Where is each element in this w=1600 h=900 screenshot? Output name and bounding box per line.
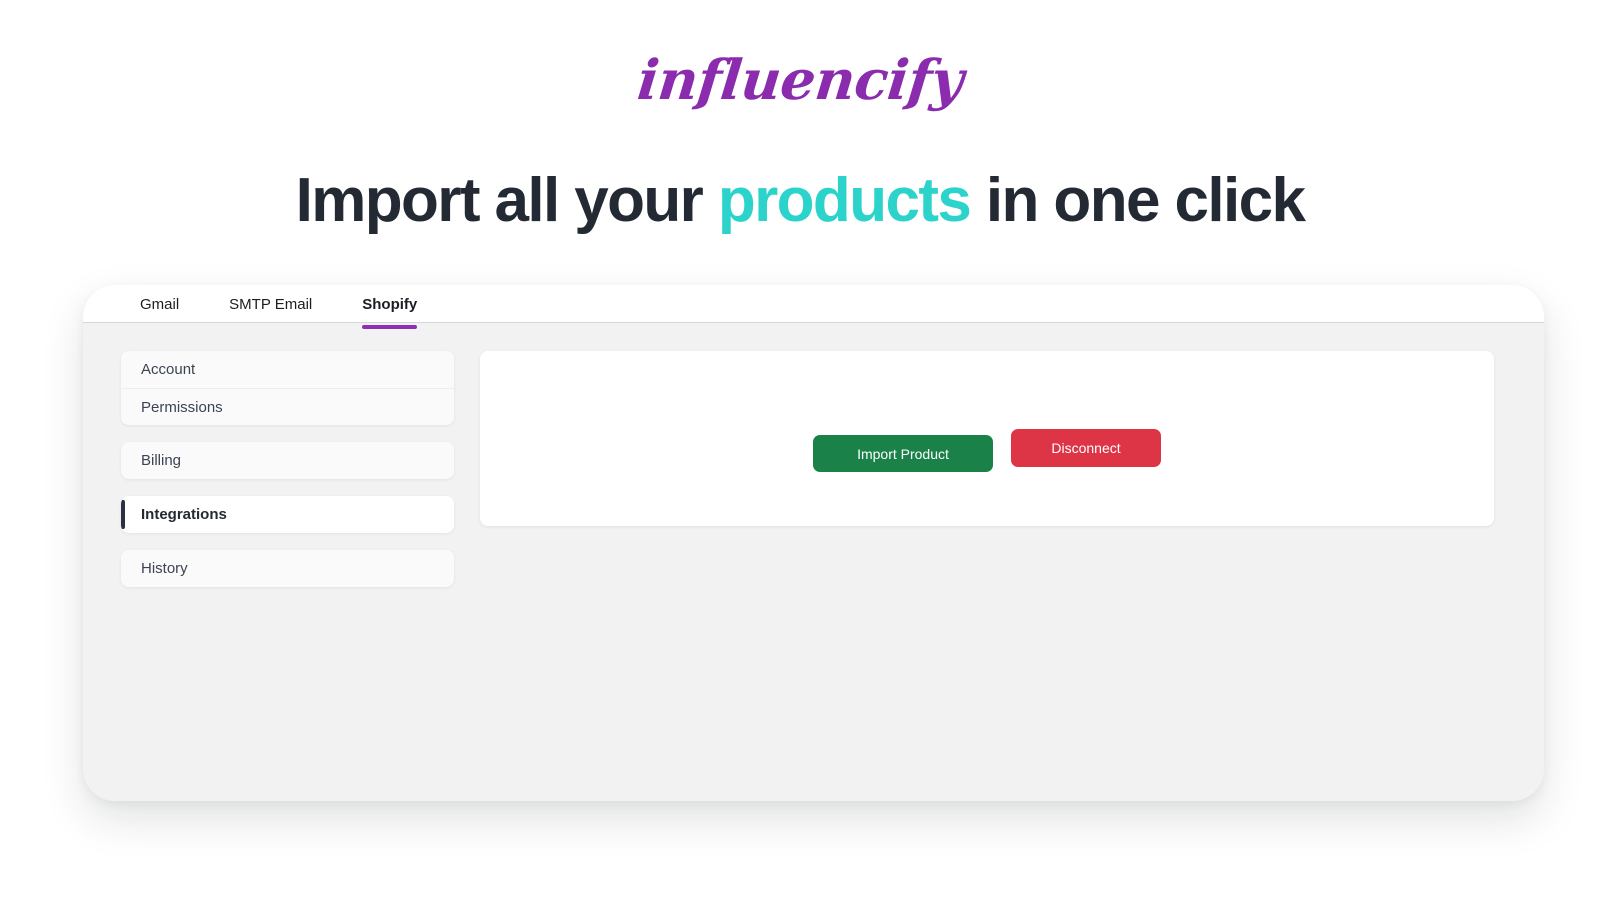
headline-part-before: Import all your <box>295 166 718 235</box>
sidebar-item-account-label: Account <box>141 361 196 378</box>
integration-tabbar: Gmail SMTP Email Shopify <box>83 285 1544 329</box>
action-button-row: Import Product Disconnect <box>480 429 1494 472</box>
sidebar-group-history: History <box>121 550 454 587</box>
app-body: Account Permissions Billing Integrations <box>83 323 1544 801</box>
tab-gmail[interactable]: Gmail <box>140 285 179 328</box>
tab-gmail-label: Gmail <box>140 296 180 313</box>
page-root: influencify Import all your products in … <box>0 0 1600 900</box>
import-product-button[interactable]: Import Product <box>813 435 993 472</box>
main-panel: Import Product Disconnect <box>480 351 1494 801</box>
page-title: Import all your products in one click <box>0 166 1600 235</box>
settings-sidebar: Account Permissions Billing Integrations <box>121 351 454 801</box>
tab-shopify[interactable]: Shopify <box>362 285 418 329</box>
sidebar-group-integrations: Integrations <box>121 496 454 533</box>
sidebar-item-permissions[interactable]: Permissions <box>121 388 454 425</box>
headline-part-after: in one click <box>970 166 1306 235</box>
sidebar-item-billing[interactable]: Billing <box>121 442 454 479</box>
headline-accent-products: products <box>717 166 972 235</box>
sidebar-item-permissions-label: Permissions <box>141 398 223 416</box>
sidebar-group-billing: Billing <box>121 442 454 479</box>
sidebar-group-account: Account Permissions <box>121 351 454 425</box>
tab-smtp-email[interactable]: SMTP Email <box>229 285 312 328</box>
disconnect-button[interactable]: Disconnect <box>1011 429 1161 467</box>
sidebar-item-billing-label: Billing <box>141 452 182 469</box>
app-window: Gmail SMTP Email Shopify Account Permiss… <box>83 285 1544 801</box>
influencify-logo: influencify <box>634 47 966 112</box>
sidebar-item-account[interactable]: Account <box>121 351 454 388</box>
sidebar-item-integrations[interactable]: Integrations <box>121 496 454 533</box>
tab-shopify-label: Shopify <box>362 296 418 313</box>
sidebar-item-integrations-label: Integrations <box>141 506 227 523</box>
sidebar-item-history[interactable]: History <box>121 550 454 587</box>
tab-smtp-email-label: SMTP Email <box>229 296 313 313</box>
brand-header: influencify <box>0 47 1600 112</box>
shopify-integration-card: Import Product Disconnect <box>480 351 1494 526</box>
sidebar-item-history-label: History <box>141 560 188 577</box>
